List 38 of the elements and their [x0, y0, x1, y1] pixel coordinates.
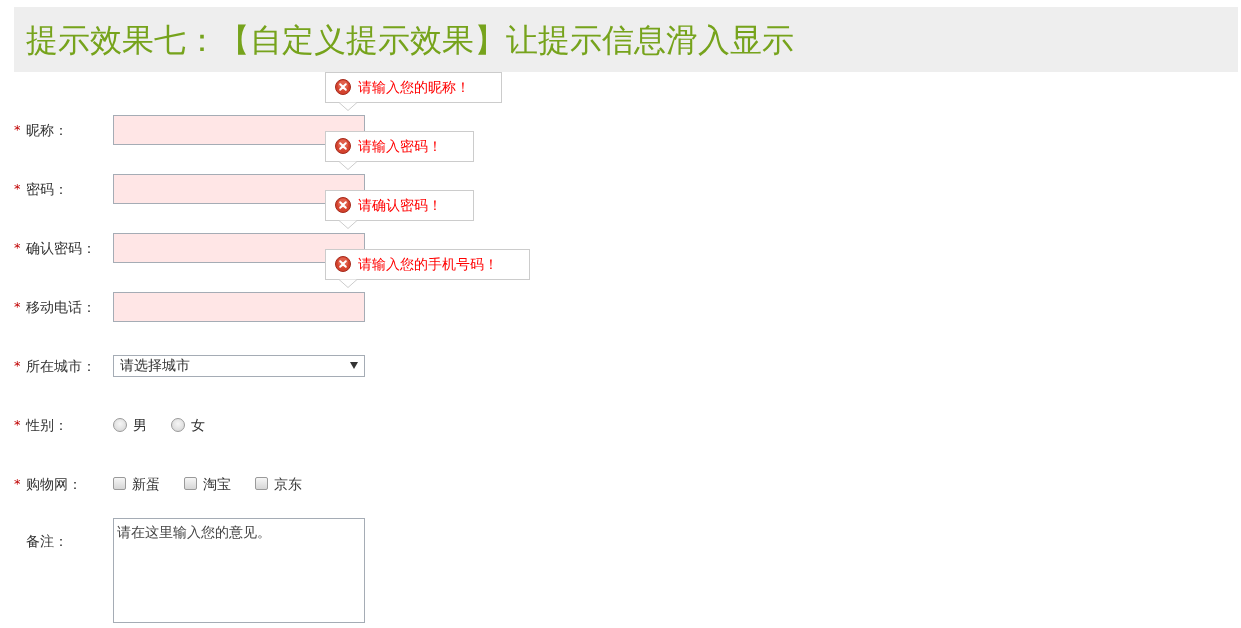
required-marker: * — [14, 238, 21, 257]
checkbox[interactable] — [184, 477, 197, 490]
required-marker: * — [14, 297, 21, 316]
required-marker: * — [14, 120, 21, 139]
caret-icon — [350, 362, 358, 369]
error-message: 请输入您的手机号码！ — [358, 255, 498, 273]
radio-button[interactable] — [171, 417, 185, 432]
page-title: 提示效果七：【自定义提示效果】让提示信息滑入显示 — [26, 19, 794, 60]
error-icon — [335, 256, 351, 272]
error-icon — [335, 138, 351, 154]
field-label: 备注： — [26, 532, 68, 551]
radio-button[interactable] — [113, 417, 127, 432]
field-label: 移动电话： — [26, 297, 96, 317]
option-label[interactable]: 女 — [191, 414, 205, 435]
field-label: 性别： — [26, 415, 68, 435]
error-message: 请输入密码！ — [358, 137, 442, 155]
field-label: 昵称： — [26, 120, 68, 140]
comment-textarea[interactable]: 请在这里输入您的意见。 — [113, 518, 365, 623]
checkbox[interactable] — [255, 477, 268, 490]
text-input[interactable] — [113, 291, 365, 322]
required-marker: * — [14, 474, 21, 493]
required-marker: * — [14, 179, 21, 198]
error-icon — [335, 197, 351, 213]
error-icon — [335, 79, 351, 95]
option-label[interactable]: 淘宝 — [203, 473, 231, 494]
checkbox[interactable] — [113, 477, 126, 490]
field-label: 确认密码： — [26, 238, 96, 258]
field-label: 购物网： — [26, 474, 82, 494]
city-select[interactable]: 请选择城市 — [113, 354, 365, 377]
field-label: 所在城市： — [26, 356, 96, 376]
required-marker: * — [14, 356, 21, 375]
error-message: 请输入您的昵称！ — [358, 78, 470, 96]
error-message: 请确认密码！ — [358, 196, 442, 214]
option-label[interactable]: 新蛋 — [132, 473, 160, 494]
option-label[interactable]: 京东 — [274, 473, 302, 494]
required-marker: * — [14, 415, 21, 434]
field-label: 密码： — [26, 179, 68, 199]
option-label[interactable]: 男 — [133, 414, 147, 435]
